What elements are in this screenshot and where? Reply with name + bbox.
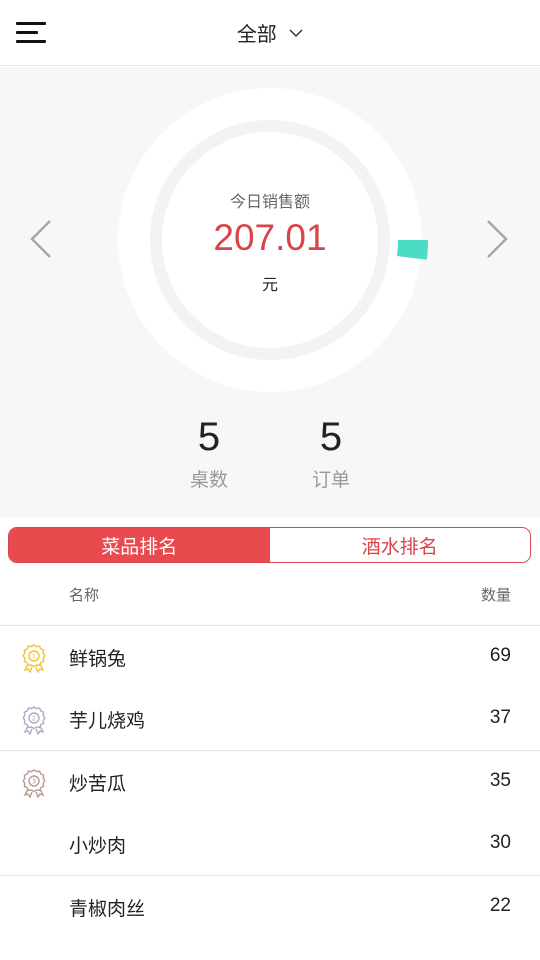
ranking-row[interactable]: 青椒肉丝 22	[0, 877, 540, 939]
store-filter-label: 全部	[236, 22, 277, 46]
dish-name: 小炒肉	[69, 835, 127, 857]
svg-text:3: 3	[32, 778, 36, 786]
ranking-row[interactable]: 3 炒苦瓜 35	[0, 752, 540, 814]
column-header-quantity: 数量	[480, 586, 511, 604]
sales-unit: 元	[261, 275, 278, 294]
sales-amount: 207.01	[213, 217, 327, 258]
dish-name: 芋儿烧鸡	[69, 710, 146, 732]
stat-orders-label: 订单	[311, 469, 350, 491]
dish-quantity: 22	[489, 895, 511, 916]
column-header-name: 名称	[69, 586, 100, 604]
chevron-down-icon	[289, 28, 303, 37]
stat-tables-value: 5	[197, 415, 221, 459]
store-filter-dropdown[interactable]: 全部	[0, 18, 540, 47]
ranking-list-header: 名称 数量	[0, 570, 540, 626]
ranking-row[interactable]: 2 芋儿烧鸡 37	[0, 689, 540, 751]
dish-name: 鲜锅兔	[69, 648, 127, 670]
ranking-row[interactable]: 小炒肉 30	[0, 814, 540, 876]
silver-medal-icon: 2	[22, 706, 46, 735]
stat-tables-label: 桌数	[189, 469, 228, 491]
svg-text:2: 2	[32, 715, 36, 723]
svg-text:1: 1	[32, 653, 36, 661]
top-bar: 全部	[0, 0, 540, 66]
dish-quantity: 35	[489, 770, 511, 791]
stat-tables: 5 桌数	[169, 417, 249, 492]
dish-name: 炒苦瓜	[69, 773, 127, 795]
ranking-row[interactable]: 1 鲜锅兔 69	[0, 627, 540, 689]
tab-drink-ranking[interactable]: 酒水排名	[269, 528, 530, 562]
stat-orders: 5 订单	[291, 417, 371, 492]
dish-quantity: 69	[489, 645, 511, 666]
bronze-medal-icon: 3	[22, 769, 46, 798]
gold-medal-icon: 1	[22, 644, 46, 673]
dish-quantity: 30	[489, 832, 511, 853]
ranking-tabs: 菜品排名 酒水排名	[8, 527, 531, 563]
row-divider	[0, 875, 540, 876]
sales-summary-panel: 今日销售额 207.01 元 5 桌数 5 订单	[0, 67, 540, 518]
tab-dish-ranking[interactable]: 菜品排名	[9, 528, 270, 562]
stat-orders-value: 5	[319, 415, 343, 459]
sales-label: 今日销售额	[229, 192, 310, 211]
dish-quantity: 37	[489, 707, 511, 728]
row-divider	[0, 750, 540, 751]
dish-name: 青椒肉丝	[69, 898, 146, 920]
